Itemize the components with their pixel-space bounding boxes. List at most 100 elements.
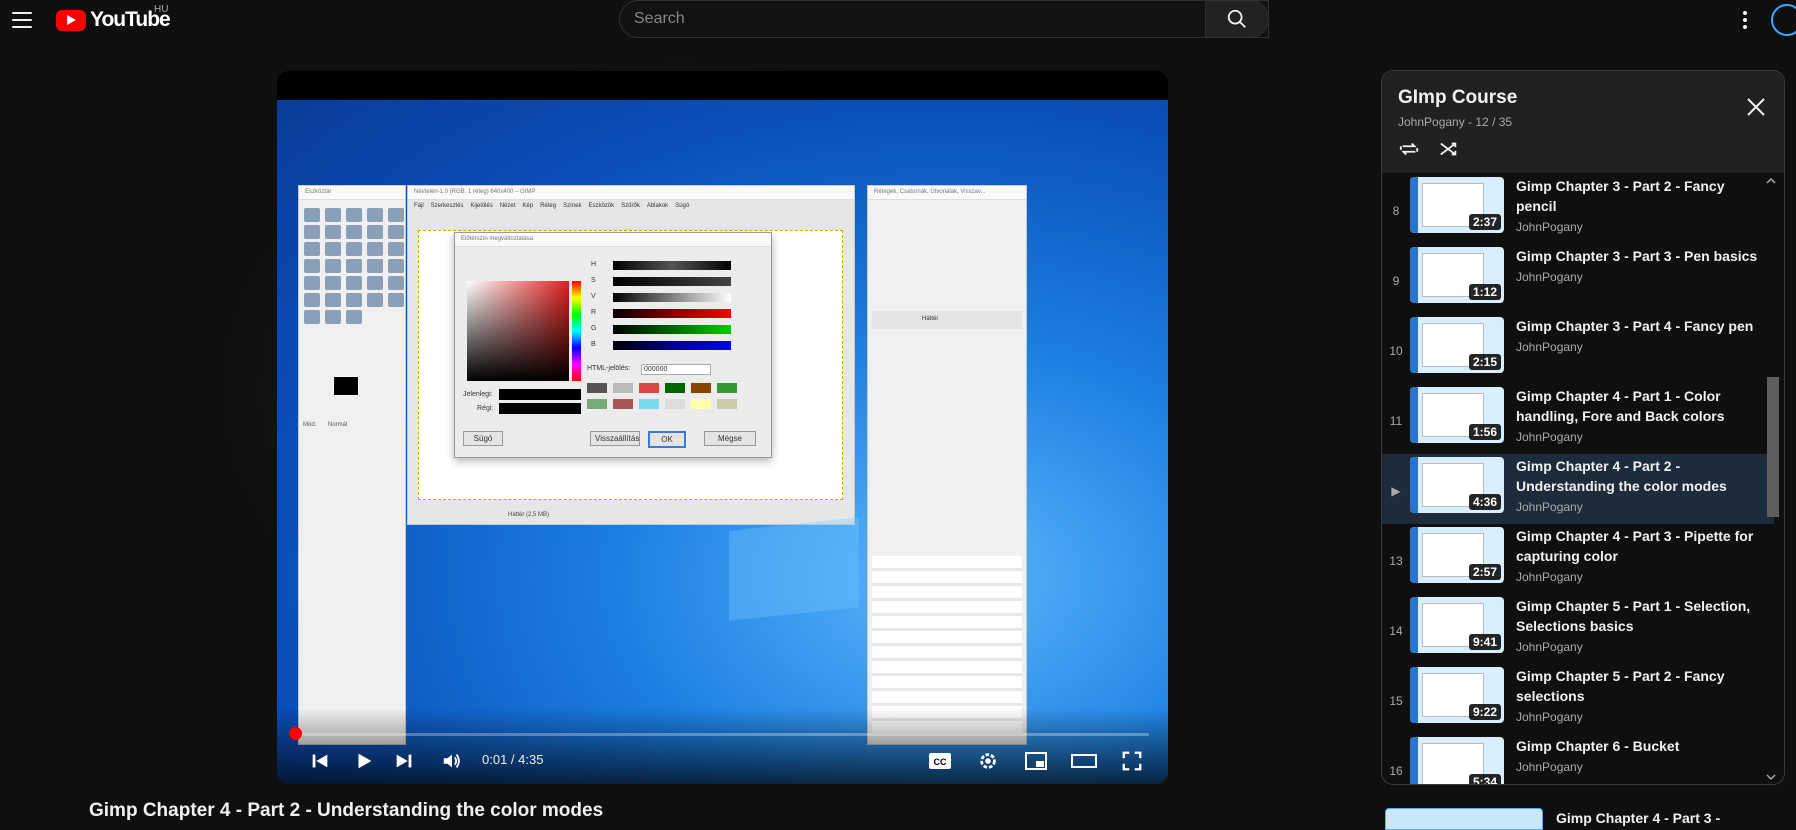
video-player[interactable]: Eszköztár Mód: Normál Névtelen-1.0 (RGB,… bbox=[277, 71, 1168, 784]
playlist-scrollbar[interactable] bbox=[1765, 174, 1779, 784]
playlist-item-author: JohnPogany bbox=[1516, 270, 1583, 284]
playlist-item-title[interactable]: Gimp Chapter 4 - Part 3 - Pipette for ca… bbox=[1516, 526, 1766, 566]
old-color-label: Régi: bbox=[477, 405, 494, 412]
playlist-item-index: 9 bbox=[1392, 274, 1400, 288]
image-window-title: Névtelen-1.0 (RGB, 1 réteg) 640x400 – GI… bbox=[408, 186, 854, 200]
playlist-item-author: JohnPogany bbox=[1516, 710, 1583, 724]
playlist-item[interactable]: ▶ 4:36 Gimp Chapter 4 - Part 2 - Understan… bbox=[1382, 454, 1774, 524]
playlist-item-thumbnail[interactable]: 1:56 bbox=[1410, 387, 1504, 443]
duration-badge: 1:56 bbox=[1468, 424, 1501, 440]
fullscreen-icon bbox=[1122, 751, 1142, 771]
playlist-item[interactable]: 13 2:57 Gimp Chapter 4 - Part 3 - Pipette … bbox=[1382, 524, 1774, 594]
fullscreen-button[interactable] bbox=[1117, 749, 1147, 773]
playlist-item-title[interactable]: Gimp Chapter 4 - Part 2 - Understanding … bbox=[1516, 456, 1766, 496]
more-vert-icon[interactable] bbox=[1735, 8, 1755, 32]
playlist-item-thumbnail[interactable]: 2:15 bbox=[1410, 317, 1504, 373]
duration-badge: 2:15 bbox=[1468, 354, 1501, 370]
playlist-item[interactable]: 8 2:37 Gimp Chapter 3 - Part 2 - Fancy pen… bbox=[1382, 174, 1774, 244]
playlist-item-index: 16 bbox=[1389, 764, 1403, 778]
playlist-item-thumbnail[interactable]: 5:34 bbox=[1410, 737, 1504, 784]
playlist-item-thumbnail[interactable]: 1:12 bbox=[1410, 247, 1504, 303]
playlist-item[interactable]: 10 2:15 Gimp Chapter 3 - Part 4 - Fancy pe… bbox=[1382, 314, 1774, 384]
playlist-item-index: 11 bbox=[1389, 414, 1403, 428]
playlist-item-thumbnail[interactable]: 9:22 bbox=[1410, 667, 1504, 723]
theater-button[interactable] bbox=[1069, 749, 1099, 773]
loop-icon[interactable] bbox=[1398, 139, 1420, 159]
settings-icon bbox=[980, 753, 996, 769]
playlist-item-thumbnail[interactable]: 9:41 bbox=[1410, 597, 1504, 653]
duration-badge: 4:36 bbox=[1468, 494, 1501, 510]
time-display: 0:01 / 4:35 bbox=[482, 752, 544, 767]
playlist-item[interactable]: 11 1:56 Gimp Chapter 4 - Part 1 - Color ha… bbox=[1382, 384, 1774, 454]
playlist-item-title[interactable]: Gimp Chapter 3 - Part 3 - Pen basics bbox=[1516, 246, 1766, 266]
next-recommendation[interactable]: Gimp Chapter 4 - Part 3 - bbox=[1385, 808, 1780, 830]
close-icon[interactable] bbox=[1746, 97, 1766, 117]
playlist-item[interactable]: 14 9:41 Gimp Chapter 5 - Part 1 - Selectio… bbox=[1382, 594, 1774, 664]
next-icon bbox=[396, 754, 412, 768]
captions-button[interactable]: CC bbox=[925, 749, 955, 773]
playlist-title[interactable]: GImp Course bbox=[1398, 87, 1768, 109]
duration-badge: 1:12 bbox=[1468, 284, 1501, 300]
old-color-swatch bbox=[499, 403, 581, 414]
color-history bbox=[587, 383, 737, 409]
play-button[interactable] bbox=[349, 749, 379, 773]
playlist-item[interactable]: 16 5:34 Gimp Chapter 6 - Bucket JohnPogany bbox=[1382, 734, 1774, 784]
playlist-item-index: 8 bbox=[1392, 204, 1400, 218]
reset-button: Visszaállítás bbox=[590, 431, 640, 446]
volume-icon bbox=[443, 754, 460, 768]
layers-dock-title: Rétegek, Csatornák, Útvonalak, Visszav..… bbox=[868, 186, 1026, 200]
account-avatar-icon[interactable] bbox=[1771, 4, 1796, 36]
play-icon bbox=[358, 753, 372, 769]
masthead: YouTube HU bbox=[0, 0, 1796, 40]
miniplayer-button[interactable] bbox=[1021, 749, 1051, 773]
playlist-item-thumbnail[interactable]: 4:36 bbox=[1410, 457, 1504, 513]
search-box[interactable] bbox=[619, 0, 1269, 38]
playlist-item-title[interactable]: Gimp Chapter 6 - Bucket bbox=[1516, 736, 1766, 756]
duration-badge: 2:57 bbox=[1468, 564, 1501, 580]
html-notation-value: 000000 bbox=[641, 364, 711, 375]
gimp-layers-dock: Rétegek, Csatornák, Útvonalak, Visszav..… bbox=[867, 185, 1027, 745]
playlist-item-thumbnail[interactable]: 2:37 bbox=[1410, 177, 1504, 233]
playlist-subtitle: JohnPogany - 12 / 35 bbox=[1398, 115, 1513, 129]
previous-button[interactable] bbox=[305, 749, 335, 773]
desktop-panel bbox=[729, 517, 859, 621]
scroll-down-icon[interactable] bbox=[1765, 772, 1777, 782]
playlist-panel: GImp Course JohnPogany - 12 / 35 8 2:37 Gi… bbox=[1381, 70, 1785, 785]
next-thumbnail[interactable] bbox=[1385, 808, 1543, 830]
playlist-item-thumbnail[interactable]: 2:57 bbox=[1410, 527, 1504, 583]
shuffle-icon[interactable] bbox=[1438, 139, 1460, 159]
playlist-item-title[interactable]: Gimp Chapter 3 - Part 2 - Fancy pencil bbox=[1516, 176, 1766, 216]
settings-button[interactable] bbox=[973, 749, 1003, 773]
cancel-button: Mégse bbox=[704, 431, 756, 446]
color-gradient-picker bbox=[467, 281, 569, 381]
next-button[interactable] bbox=[389, 749, 419, 773]
progress-scrubber[interactable] bbox=[289, 727, 302, 740]
playlist-item-title[interactable]: Gimp Chapter 3 - Part 4 - Fancy pen bbox=[1516, 316, 1766, 336]
youtube-logo[interactable]: YouTube HU bbox=[56, 4, 171, 32]
search-input[interactable] bbox=[634, 10, 1268, 28]
playlist-item-index: 14 bbox=[1389, 624, 1403, 638]
duration-badge: 9:41 bbox=[1468, 634, 1501, 650]
theater-icon bbox=[1071, 754, 1097, 768]
gimp-toolbox-window: Eszköztár Mód: Normál bbox=[298, 185, 406, 745]
next-title[interactable]: Gimp Chapter 4 - Part 3 - bbox=[1556, 810, 1720, 826]
current-color-swatch bbox=[499, 389, 581, 400]
scrollbar-thumb[interactable] bbox=[1767, 377, 1779, 517]
scroll-up-icon[interactable] bbox=[1765, 176, 1777, 186]
playlist-item[interactable]: 9 1:12 Gimp Chapter 3 - Part 3 - Pen basic… bbox=[1382, 244, 1774, 314]
playlist-item-title[interactable]: Gimp Chapter 4 - Part 1 - Color handling… bbox=[1516, 386, 1766, 426]
playlist-item-index: 13 bbox=[1389, 554, 1403, 568]
progress-bar[interactable] bbox=[294, 733, 1149, 736]
playlist-item-index: 10 bbox=[1389, 344, 1403, 358]
playlist-item[interactable]: 15 9:22 Gimp Chapter 5 - Part 2 - Fancy se… bbox=[1382, 664, 1774, 734]
playlist-item-title[interactable]: Gimp Chapter 5 - Part 2 - Fancy selectio… bbox=[1516, 666, 1766, 706]
duration-badge: 2:37 bbox=[1468, 214, 1501, 230]
hamburger-menu-icon[interactable] bbox=[8, 6, 36, 34]
playlist-item-author: JohnPogany bbox=[1516, 500, 1583, 514]
playlist-item-author: JohnPogany bbox=[1516, 340, 1583, 354]
duration-badge: 5:34 bbox=[1468, 774, 1501, 784]
volume-button[interactable] bbox=[437, 749, 467, 773]
layer-row: Háttér bbox=[872, 311, 1022, 329]
search-button[interactable] bbox=[1205, 0, 1269, 38]
playlist-item-title[interactable]: Gimp Chapter 5 - Part 1 - Selection, Sel… bbox=[1516, 596, 1766, 636]
